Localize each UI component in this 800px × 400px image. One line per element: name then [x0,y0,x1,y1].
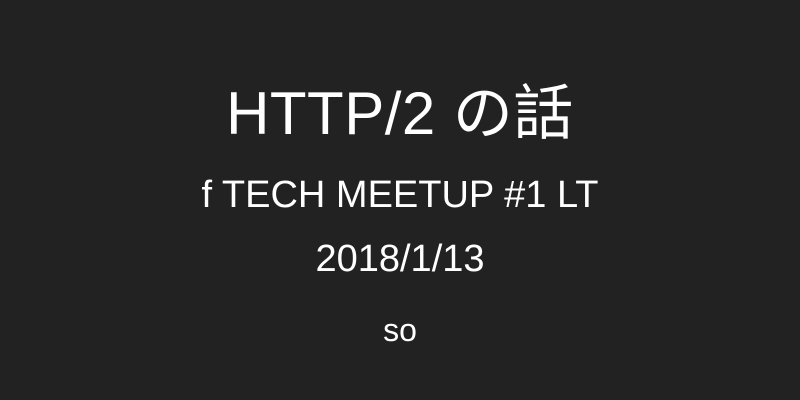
title-slide: HTTP/2 の話 f TECH MEETUP #1 LT 2018/1/13 … [0,0,800,400]
slide-author: so [383,312,417,348]
slide-title: HTTP/2 の話 [226,80,574,147]
slide-subtitle: f TECH MEETUP #1 LT [201,174,599,216]
slide-date: 2018/1/13 [315,238,485,280]
